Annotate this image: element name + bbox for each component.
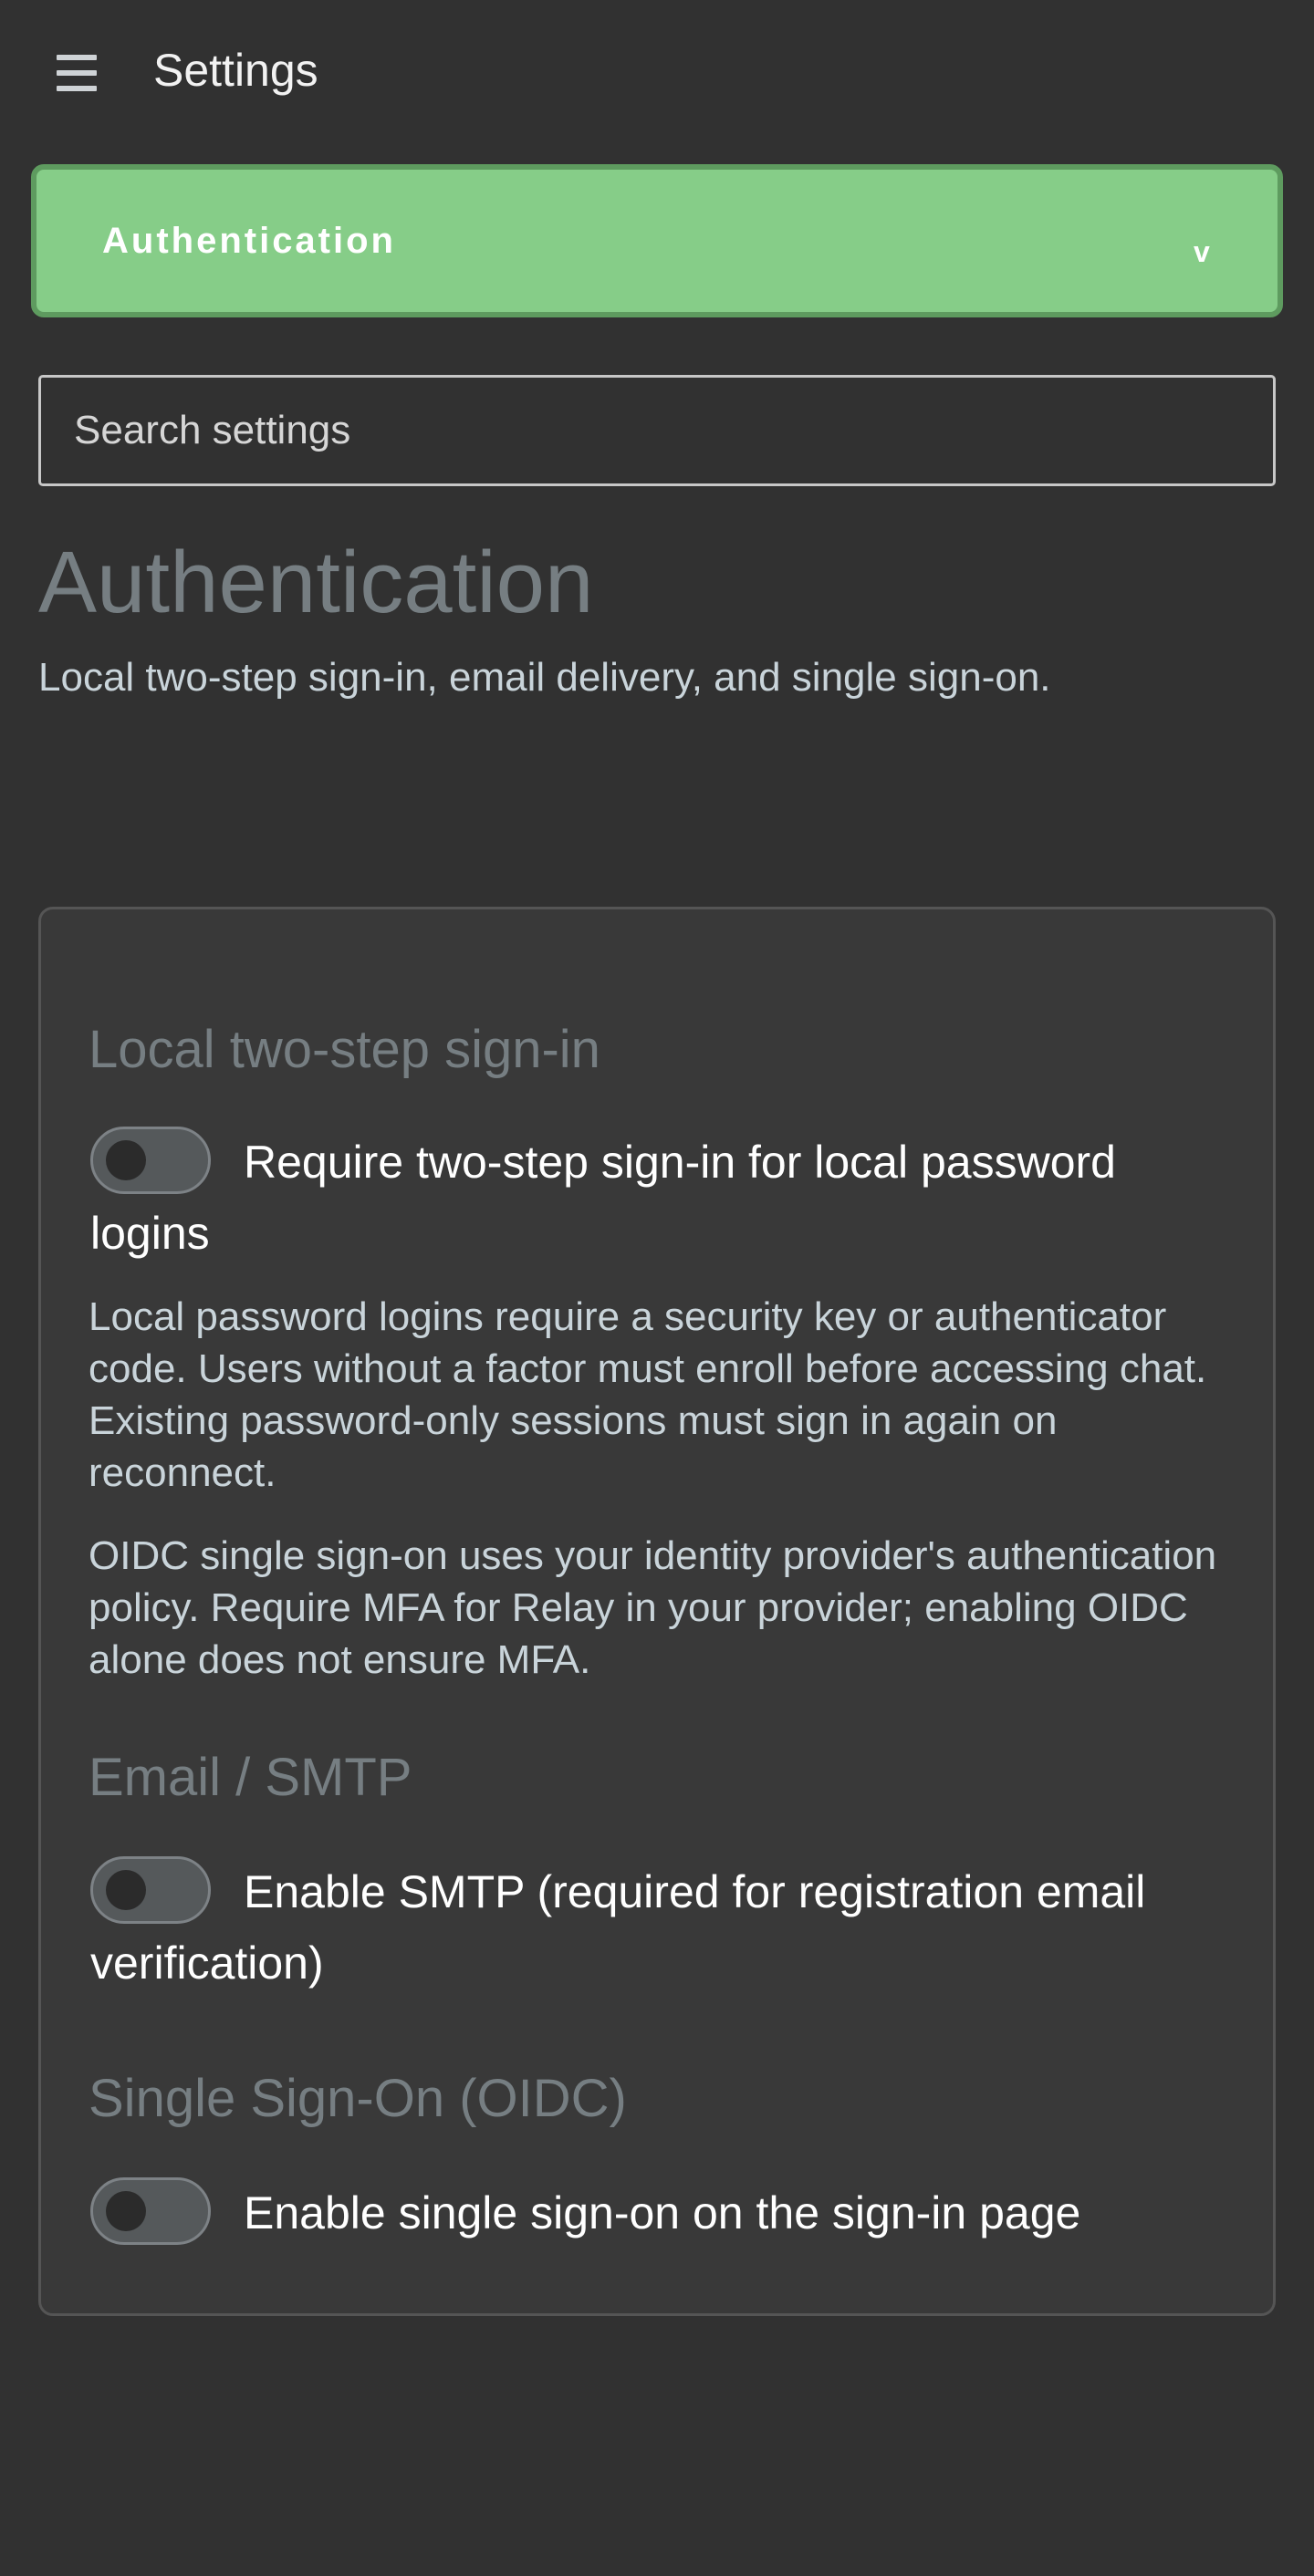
search-input[interactable] <box>38 375 1276 486</box>
section-dropdown[interactable]: Authentication v <box>31 164 1283 317</box>
switch-knob <box>106 1869 146 1910</box>
page-title: Authentication <box>38 534 594 631</box>
section-heading-local-two-step: Local two-step sign-in <box>89 1020 600 1079</box>
page-subtitle: Local two-step sign-in, email delivery, … <box>38 655 1051 700</box>
section-dropdown-label: Authentication <box>102 221 396 261</box>
enable-sso-switch[interactable] <box>90 2176 211 2245</box>
oidc-mfa-help-text: OIDC single sign-on uses your identity p… <box>89 1533 1217 1682</box>
section-heading-oidc: Single Sign-On (OIDC) <box>89 2069 627 2128</box>
require-two-step-label: Require two-step sign-in for local passw… <box>90 1137 1116 1259</box>
chevron-down-icon: v <box>1194 235 1210 268</box>
app-title: Settings <box>153 45 318 96</box>
top-bar: Settings <box>0 0 1314 146</box>
toggle-require-two-step[interactable]: Require two-step sign-in for local passw… <box>90 1126 1231 1267</box>
settings-card: Local two-step sign-in Require two-step … <box>38 907 1276 2316</box>
switch-knob <box>106 1139 146 1180</box>
two-step-help-text: Local password logins require a security… <box>89 1294 1207 1495</box>
enable-smtp-label: Enable SMTP (required for registration e… <box>90 1866 1146 1989</box>
section-heading-email-smtp: Email / SMTP <box>89 1748 412 1807</box>
switch-knob <box>106 2190 146 2231</box>
toggle-enable-sso[interactable]: Enable single sign-on on the sign-in pag… <box>90 2176 1231 2250</box>
hamburger-menu-icon[interactable] <box>57 55 97 91</box>
toggle-enable-smtp[interactable]: Enable SMTP (required for registration e… <box>90 1855 1231 1997</box>
require-two-step-switch[interactable] <box>90 1126 211 1194</box>
enable-smtp-switch[interactable] <box>90 1855 211 1924</box>
enable-sso-label: Enable single sign-on on the sign-in pag… <box>244 2187 1081 2238</box>
